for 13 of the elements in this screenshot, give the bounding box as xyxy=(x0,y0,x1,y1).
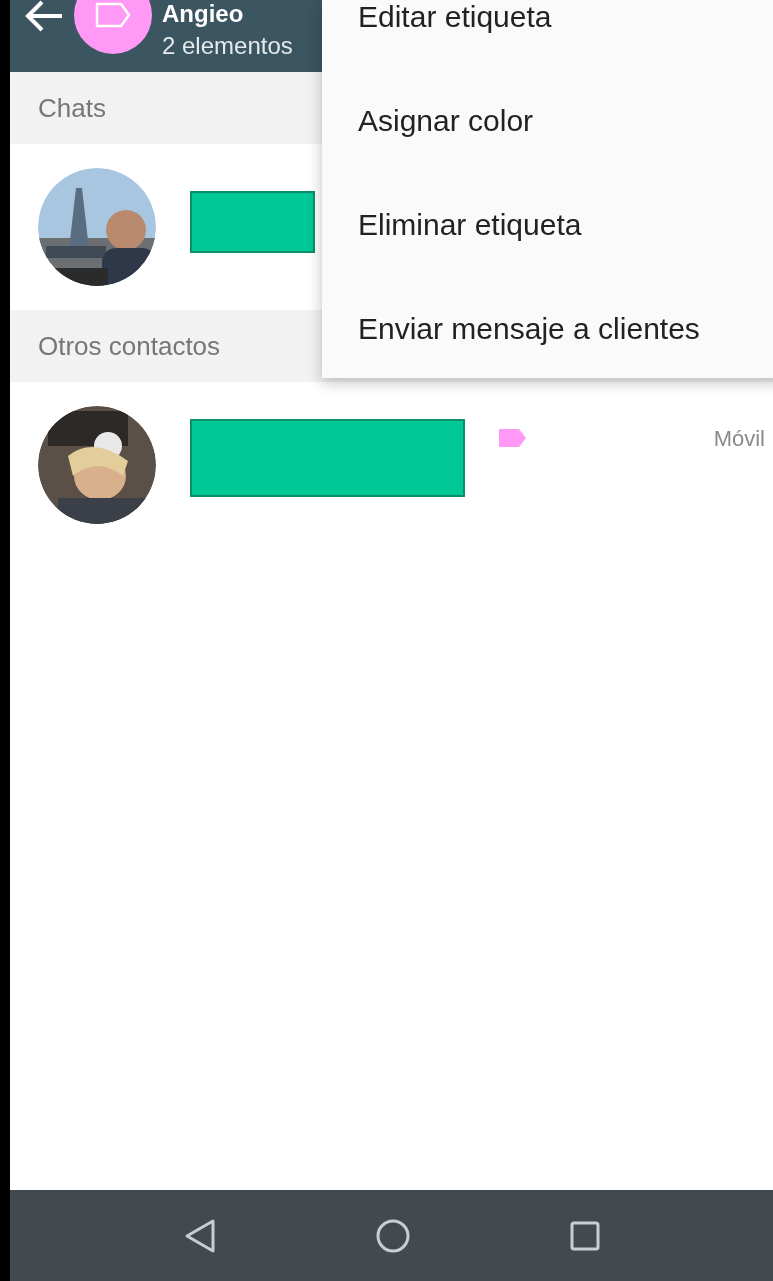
home-icon[interactable] xyxy=(374,1217,411,1254)
section-title: Otros contactos xyxy=(38,330,221,362)
menu-item[interactable]: Enviar mensaje a clientes xyxy=(358,312,700,346)
menu-item[interactable]: Asignar color xyxy=(358,104,534,138)
menu-item[interactable]: Eliminar etiqueta xyxy=(358,208,582,242)
item-count: 2 elementos xyxy=(162,31,293,61)
back-icon[interactable] xyxy=(24,0,64,34)
contact-type: Móvil xyxy=(713,426,765,452)
recents-icon[interactable] xyxy=(568,1219,601,1252)
section-title: Chats xyxy=(38,92,106,124)
label-icon xyxy=(93,0,133,30)
label-title: Angieo xyxy=(162,1,245,27)
menu-item[interactable]: Editar etiqueta xyxy=(358,0,552,34)
